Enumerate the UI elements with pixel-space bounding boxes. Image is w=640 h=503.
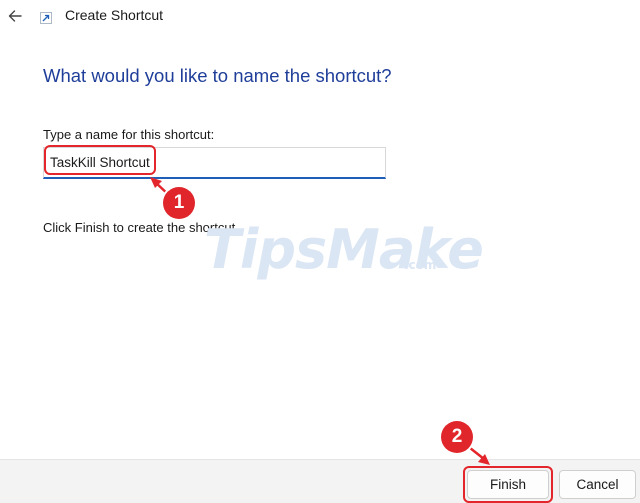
watermark-suffix: .com [404, 258, 437, 272]
window-header: Create Shortcut [0, 0, 640, 34]
window-title: Create Shortcut [65, 7, 164, 23]
finish-button[interactable]: Finish [467, 470, 549, 499]
watermark-logo: TipsMake [204, 218, 484, 281]
shortcut-name-input[interactable] [43, 147, 386, 179]
cancel-button[interactable]: Cancel [559, 470, 636, 499]
arrow-left-icon [8, 10, 22, 22]
annotation-badge-2: 2 [441, 421, 473, 453]
back-button[interactable] [2, 3, 28, 29]
page-heading: What would you like to name the shortcut… [43, 65, 392, 86]
annotation-badge-1: 1 [163, 187, 195, 219]
shortcut-name-label: Type a name for this shortcut: [43, 127, 215, 142]
shortcut-arrow-icon [40, 12, 52, 24]
